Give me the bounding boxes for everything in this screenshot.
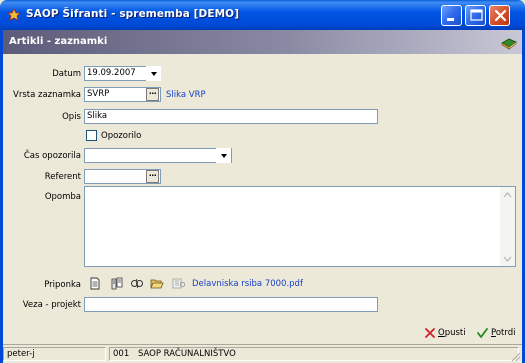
cas-opozorila-field[interactable] [84,148,232,163]
cas-opozorila-dropdown-button[interactable] [216,148,231,163]
view-document-icon[interactable] [172,276,186,290]
new-document-icon[interactable] [88,276,102,290]
priponka-file-link[interactable]: Delavniska rsiba 7000.pdf [192,279,303,289]
opis-value: Slika [87,111,108,121]
section-title: Artikli - zaznamki [9,36,108,47]
datum-label: Datum [52,69,81,79]
datum-value: 19.09.2007 [87,68,136,78]
status-company: SAOP RAČUNALNIŠTVO [137,349,236,359]
opomba-label: Opomba [44,192,81,202]
resize-grip-icon[interactable] [510,351,521,362]
opis-field[interactable]: Slika [84,109,378,124]
scroll-up-icon[interactable] [502,189,513,200]
status-user: peter-j [3,347,106,361]
maximize-button[interactable] [465,5,486,26]
datum-dropdown-button[interactable] [146,66,161,81]
confirm-label: Potrdi [491,328,516,338]
veza-projekt-label: Veza - projekt [22,300,81,310]
scroll-down-icon[interactable] [502,253,513,264]
minimize-icon [442,6,461,25]
opozorilo-checkbox[interactable] [86,130,97,141]
checkmark-icon [477,328,488,338]
vrsta-zaznamka-label: Vrsta zaznamka [13,90,81,100]
opis-label: Opis [62,112,81,122]
status-bar: peter-j 001 SAOP RAČUNALNIŠTVO [3,344,522,363]
book-icon[interactable] [500,33,518,51]
maximize-icon [466,6,485,25]
referent-browse-button[interactable]: ... [146,170,159,183]
vrsta-zaznamka-description: Slika VRP [166,90,206,100]
veza-projekt-field[interactable] [84,297,378,312]
link-icon[interactable] [130,276,144,290]
vrsta-zaznamka-value: SVRP [87,89,110,99]
cancel-label: Opusti [438,328,466,338]
close-icon [490,6,509,25]
status-code: 001 [113,349,130,359]
window-title: SAOP Šifranti - sprememba [DEMO] [26,8,240,20]
status-company-cell: 001 SAOP RAČUNALNIŠTVO [109,347,519,361]
scan-icon[interactable] [110,276,124,290]
saop-app-icon [7,8,21,21]
vrsta-zaznamka-browse-button[interactable]: ... [146,88,159,101]
cancel-x-icon [425,328,435,338]
window-border-left [0,30,3,363]
cancel-button[interactable]: Opusti [425,328,466,338]
priponka-label: Priponka [44,280,81,290]
open-folder-icon[interactable] [150,276,164,290]
opomba-textarea[interactable] [84,186,516,267]
section-header: Artikli - zaznamki [3,30,522,54]
opozorilo-label: Opozorilo [101,131,142,141]
opomba-scrollbar[interactable] [500,187,515,266]
title-bar[interactable]: SAOP Šifranti - sprememba [DEMO] [0,0,525,30]
opomba-value [85,187,515,191]
confirm-button[interactable]: Potrdi [477,328,515,338]
close-button[interactable] [489,5,510,26]
minimize-button[interactable] [441,5,462,26]
referent-label: Referent [44,172,81,182]
cas-opozorila-label: Čas opozorila [23,151,81,161]
